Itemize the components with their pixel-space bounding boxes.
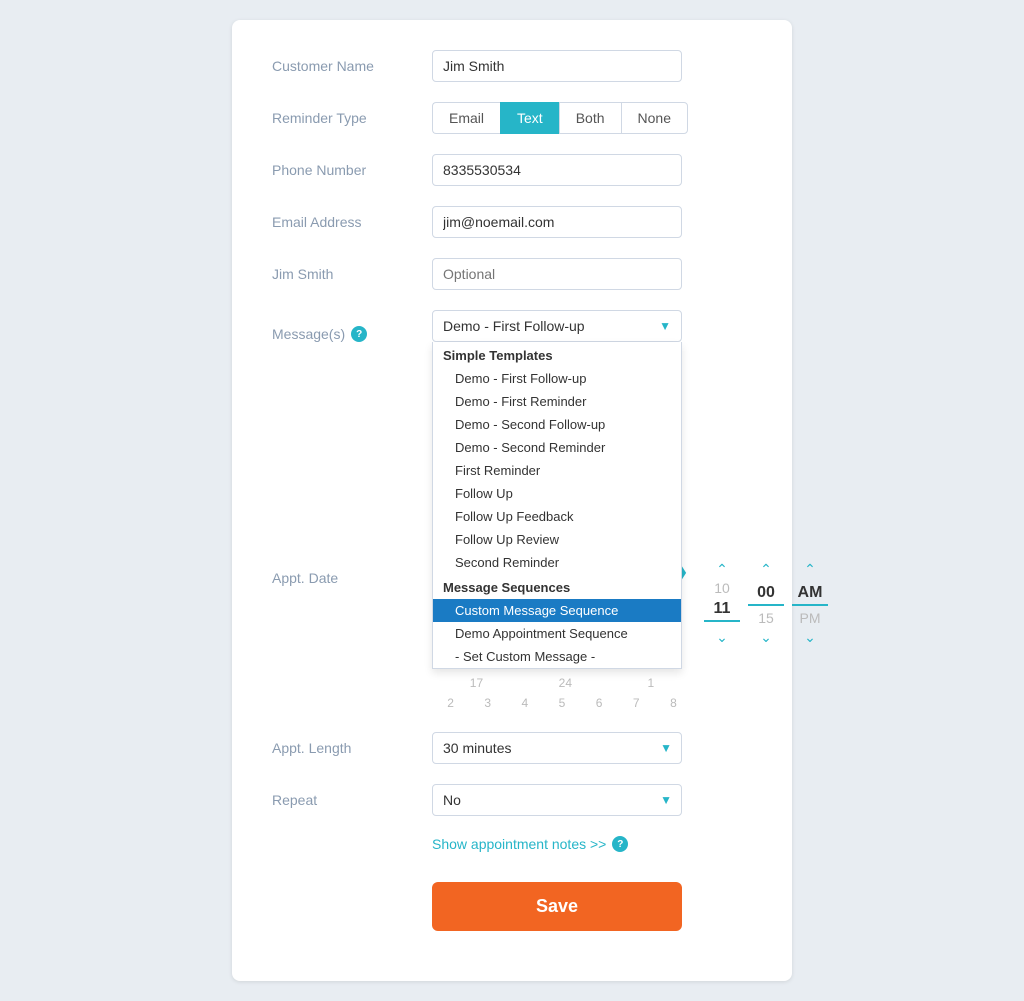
reminder-both-button[interactable]: Both: [559, 102, 621, 134]
list-item[interactable]: Demo Appointment Sequence: [433, 622, 681, 645]
messages-label-wrap: Message(s) ?: [272, 310, 432, 342]
simple-templates-header: Simple Templates: [433, 342, 681, 367]
list-item[interactable]: - Set Custom Message -: [433, 645, 681, 668]
reminder-type-toggle-group: Email Text Both None: [432, 102, 752, 134]
email-address-wrap: [432, 206, 752, 238]
minute-down-button[interactable]: ⌄: [760, 630, 772, 644]
reminder-text-button[interactable]: Text: [500, 102, 559, 134]
list-item[interactable]: First Reminder: [433, 459, 681, 482]
repeat-wrap: No Weekly Monthly ▼: [432, 784, 752, 816]
time-picker: ⌃ 10 11 ⌄ ⌃ 00 15 ⌄: [704, 562, 828, 644]
hour-value[interactable]: 11: [704, 600, 740, 622]
list-item[interactable]: Follow Up: [433, 482, 681, 505]
save-row: Save: [432, 872, 752, 931]
show-notes-row: Show appointment notes >> ?: [432, 836, 752, 852]
period-alt2: PM: [792, 610, 828, 626]
cal-day-label[interactable]: 8: [670, 696, 677, 710]
time-hour-col: ⌃ 10 11 ⌄: [704, 562, 740, 644]
time-period-col: ⌃ AM PM ⌄: [792, 562, 828, 644]
form-container: Customer Name Reminder Type Email Text B…: [232, 20, 792, 981]
reminder-none-button[interactable]: None: [621, 102, 688, 134]
cal-day-label[interactable]: 7: [633, 696, 640, 710]
email-address-input[interactable]: [432, 206, 682, 238]
jim-smith-input[interactable]: [432, 258, 682, 290]
messages-dropdown-wrap: Demo - First Follow-up ▼ Simple Template…: [432, 310, 682, 342]
appt-length-row: Appt. Length 30 minutes 15 minutes 45 mi…: [272, 732, 752, 764]
cal-day-label[interactable]: 2: [447, 696, 454, 710]
messages-wrap: Demo - First Follow-up ▼ Simple Template…: [432, 310, 752, 342]
customer-name-label: Customer Name: [272, 50, 432, 74]
messages-trigger[interactable]: Demo - First Follow-up ▼: [432, 310, 682, 342]
list-item[interactable]: Second Reminder: [433, 551, 681, 574]
list-item[interactable]: Follow Up Review: [433, 528, 681, 551]
save-button[interactable]: Save: [432, 882, 682, 931]
phone-number-row: Phone Number: [272, 154, 752, 186]
calendar-number-row: 2 3 4 5 6 7 8: [432, 694, 692, 712]
appt-length-select[interactable]: 30 minutes 15 minutes 45 minutes 1 hour: [432, 732, 682, 764]
email-address-label: Email Address: [272, 206, 432, 230]
messages-row: Message(s) ? Demo - First Follow-up ▼ Si…: [272, 310, 752, 342]
reminder-type-row: Reminder Type Email Text Both None: [272, 102, 752, 134]
show-notes-link[interactable]: Show appointment notes >> ?: [432, 836, 628, 852]
messages-help-icon[interactable]: ?: [351, 326, 367, 342]
hour-alt-value: 10: [704, 580, 740, 596]
period-value[interactable]: AM: [792, 584, 828, 606]
phone-number-input[interactable]: [432, 154, 682, 186]
cal-day-label[interactable]: 3: [484, 696, 491, 710]
customer-name-row: Customer Name: [272, 50, 752, 82]
hour-up-button[interactable]: ⌃: [716, 562, 728, 576]
hour-down-button[interactable]: ⌄: [716, 630, 728, 644]
list-item[interactable]: Follow Up Feedback: [433, 505, 681, 528]
appt-date-label: Appt. Date: [272, 562, 432, 586]
cal-day-label[interactable]: 6: [596, 696, 603, 710]
time-minute-col: ⌃ 00 15 ⌄: [748, 562, 784, 644]
cal-day-label[interactable]: 5: [559, 696, 566, 710]
show-notes-label: Show appointment notes >>: [432, 836, 606, 852]
list-item[interactable]: Demo - Second Reminder: [433, 436, 681, 459]
list-item[interactable]: Demo - Second Follow-up: [433, 413, 681, 436]
appt-length-dropdown-wrap: 30 minutes 15 minutes 45 minutes 1 hour …: [432, 732, 682, 764]
period-up-button[interactable]: ⌃: [804, 562, 816, 576]
cal-day-label[interactable]: 4: [522, 696, 529, 710]
reminder-type-label: Reminder Type: [272, 102, 432, 126]
jim-smith-label: Jim Smith: [272, 258, 432, 282]
messages-dropdown-list: Simple Templates Demo - First Follow-up …: [432, 342, 682, 669]
minute-alt2: 15: [748, 610, 784, 626]
cal-day-label[interactable]: 24: [559, 676, 572, 690]
cal-day-label[interactable]: 1: [648, 676, 655, 690]
period-down-button[interactable]: ⌄: [804, 630, 816, 644]
appt-length-label: Appt. Length: [272, 732, 432, 756]
messages-label: Message(s): [272, 326, 345, 342]
jim-smith-row: Jim Smith: [272, 258, 752, 290]
jim-smith-wrap: [432, 258, 752, 290]
customer-name-input[interactable]: [432, 50, 682, 82]
customer-name-wrap: [432, 50, 752, 82]
phone-number-wrap: [432, 154, 752, 186]
minute-up-button[interactable]: ⌃: [760, 562, 772, 576]
repeat-label: Repeat: [272, 784, 432, 808]
list-item[interactable]: Demo - First Follow-up: [433, 367, 681, 390]
repeat-dropdown-wrap: No Weekly Monthly ▼: [432, 784, 682, 816]
messages-selected-value: Demo - First Follow-up: [443, 318, 585, 334]
cal-day-label[interactable]: 17: [470, 676, 483, 690]
appt-length-wrap: 30 minutes 15 minutes 45 minutes 1 hour …: [432, 732, 752, 764]
calendar-bottom-labels: 17 24 1: [432, 672, 692, 694]
messages-dropdown-arrow-icon: ▼: [659, 319, 671, 333]
reminder-email-button[interactable]: Email: [432, 102, 500, 134]
reminder-type-wrap: Email Text Both None: [432, 102, 752, 134]
minute-value[interactable]: 00: [748, 584, 784, 606]
phone-number-label: Phone Number: [272, 154, 432, 178]
email-address-row: Email Address: [272, 206, 752, 238]
notes-help-icon[interactable]: ?: [612, 836, 628, 852]
repeat-row: Repeat No Weekly Monthly ▼: [272, 784, 752, 816]
list-item[interactable]: Demo - First Reminder: [433, 390, 681, 413]
repeat-select[interactable]: No Weekly Monthly: [432, 784, 682, 816]
message-sequences-header: Message Sequences: [433, 574, 681, 599]
list-item-custom-sequence[interactable]: Custom Message Sequence: [433, 599, 681, 622]
